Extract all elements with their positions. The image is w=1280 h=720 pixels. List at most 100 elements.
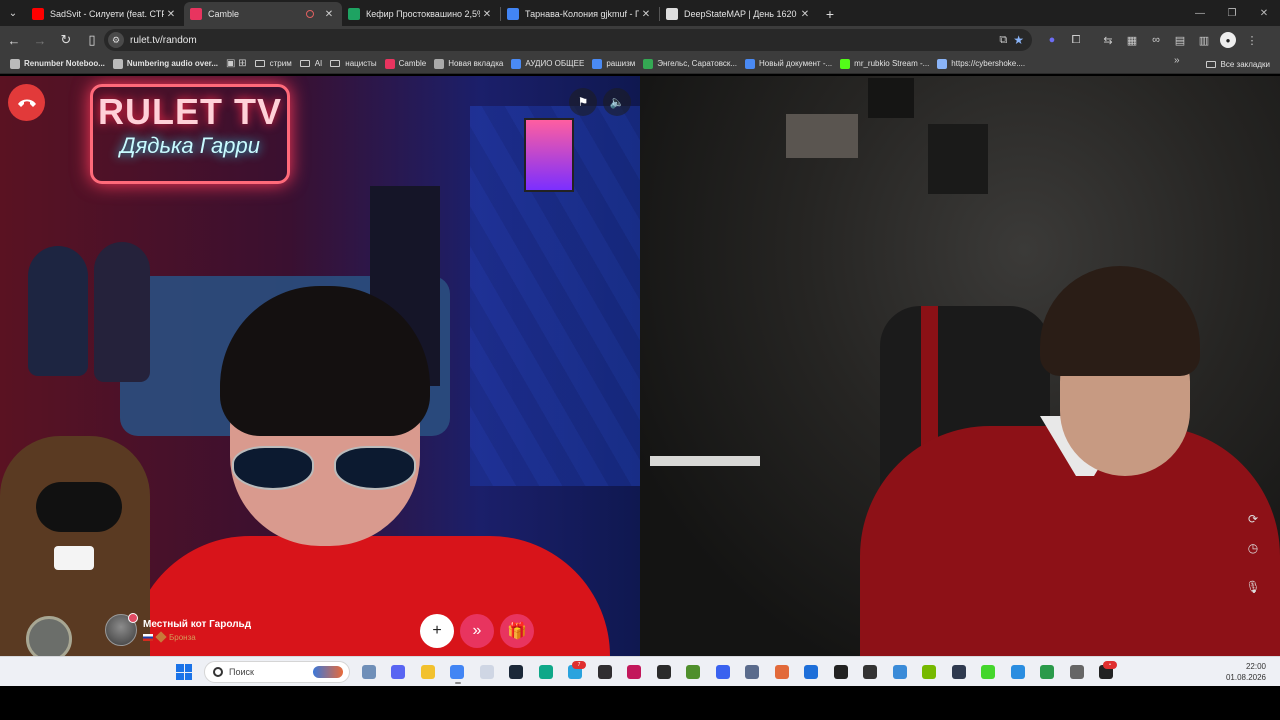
recording-indicator-icon [306, 10, 314, 18]
telegram-icon[interactable]: 7 [561, 660, 591, 684]
add-friend-button[interactable]: + [420, 614, 454, 648]
system-clock[interactable]: 22:00 01.08.2026 [1226, 661, 1266, 683]
windows-start-icon[interactable] [176, 664, 192, 680]
bookmark-item[interactable]: mr_rubkio Stream -... [836, 55, 933, 73]
close-tab-icon[interactable]: ✕ [480, 9, 494, 20]
bookmark-item[interactable]: Энгельс, Саратовск... [639, 55, 741, 73]
obs-icon[interactable] [590, 660, 620, 684]
search-icon [213, 667, 223, 677]
close-tab-icon[interactable]: ✕ [639, 9, 653, 20]
send-gift-button[interactable]: 🎁 [500, 614, 534, 648]
tab-search-chevron-icon[interactable]: ⌄ [0, 0, 26, 26]
nvidia-icon[interactable] [915, 660, 945, 684]
tab-3[interactable]: Тарнава-Колония gjkmuf - Поиск✕ [501, 2, 659, 26]
link-icon[interactable]: ∞ [1144, 28, 1168, 52]
bookmark-item[interactable]: рашизм [588, 55, 639, 73]
bookmark-label: Новый документ -... [759, 59, 833, 68]
avatar[interactable] [105, 613, 138, 646]
discord-icon[interactable] [384, 660, 414, 684]
grid-extension-icon[interactable]: ▦ [1120, 28, 1144, 52]
reload-icon[interactable]: ↻ [54, 28, 78, 52]
file-icon[interactable] [472, 660, 502, 684]
reading-list-icon[interactable]: ▤ [1168, 28, 1192, 52]
bookmark-favicon-icon [643, 58, 654, 69]
bookmark-item[interactable]: нацисты [326, 55, 380, 73]
translate-icon[interactable]: ⇆ [1096, 28, 1120, 52]
check-icon[interactable] [797, 660, 827, 684]
notes-icon[interactable] [1003, 660, 1033, 684]
bookmark-item[interactable]: АУДИО ОБЩЕЕ [507, 55, 588, 73]
bookmark-item[interactable]: Numbering audio over... [109, 55, 222, 73]
chrome-icon[interactable] [443, 660, 473, 684]
tab-0[interactable]: SadSvit - Силуети (feat. СТРУКТУРА ЩАСТЯ… [26, 2, 184, 26]
tab-1[interactable]: Camble ✕ [184, 2, 342, 26]
gem-icon[interactable] [885, 660, 915, 684]
next-partner-button[interactable]: » [460, 614, 494, 648]
bookmark-item[interactable]: Camble [381, 55, 431, 73]
globe-icon[interactable] [1033, 660, 1063, 684]
new-tab-button[interactable]: + [818, 2, 842, 26]
bookmark-item[interactable]: AI [296, 55, 327, 73]
split-view-icon[interactable]: ▯ [80, 28, 104, 52]
arc-icon[interactable] [708, 660, 738, 684]
report-flag-button[interactable]: ⚑ [569, 88, 597, 116]
site-info-icon[interactable]: ⚙ [108, 32, 124, 48]
record-app-icon[interactable]: • [1092, 660, 1122, 684]
camera-app-icon[interactable] [944, 660, 974, 684]
hangup-button[interactable] [8, 84, 45, 121]
sparkle-icon[interactable] [767, 660, 797, 684]
openai-icon[interactable] [856, 660, 886, 684]
settings-icon[interactable] [1062, 660, 1092, 684]
menu-kebab-icon[interactable]: ⋮ [1240, 28, 1264, 52]
terminal-icon[interactable] [649, 660, 679, 684]
profile-avatar[interactable]: ● [1220, 32, 1236, 48]
apps-bookmark-icon[interactable]: ▣ ⊞ [222, 55, 251, 73]
extension-vpn-icon[interactable]: ● [1040, 28, 1064, 52]
edge-icon[interactable] [531, 660, 561, 684]
install-app-icon[interactable]: ⧉ [999, 34, 1007, 47]
bookmarks-overflow-icon[interactable]: » [1174, 55, 1180, 66]
all-bookmarks-button[interactable]: Все закладки [1205, 54, 1270, 74]
side-panel-icon[interactable]: ▥ [1192, 28, 1216, 52]
minimize-icon[interactable]: — [1184, 0, 1216, 26]
address-url[interactable]: rulet.tv/random [130, 35, 197, 46]
tab-4[interactable]: DeepStateMAP | День 1620 | Мапа✕ [660, 2, 818, 26]
text-icon[interactable] [738, 660, 768, 684]
back-arrow-icon[interactable]: ← [2, 28, 26, 52]
address-bar[interactable]: ⚙ rulet.tv/random ⧉ ★ [104, 29, 1032, 51]
close-tab-icon[interactable]: ✕ [798, 9, 812, 20]
user-name[interactable]: Местный кот Гарольд [143, 619, 251, 630]
paint-icon[interactable] [620, 660, 650, 684]
bookmark-item[interactable]: https://cybershoke.... [933, 55, 1029, 73]
bookmark-star-icon[interactable]: ★ [1013, 33, 1024, 47]
close-tab-icon[interactable]: ✕ [322, 9, 336, 20]
screen: ⌄ SadSvit - Силуети (feat. СТРУКТУРА ЩАС… [0, 0, 1280, 720]
check-icon-glyph [804, 665, 819, 679]
bookmark-item[interactable]: стрим [251, 55, 296, 73]
microphone-icon[interactable]: 🎙 [1242, 576, 1264, 598]
steam-icon[interactable] [502, 660, 532, 684]
bookmark-item[interactable]: Новый документ -... [741, 55, 836, 73]
plush-toy [94, 242, 150, 382]
extensions-puzzle-icon[interactable]: ⧠ [1064, 28, 1088, 52]
browser-multiwindow-icon[interactable] [354, 660, 384, 684]
minecraft-icon[interactable] [679, 660, 709, 684]
taskbar-search[interactable]: Поиск [204, 661, 350, 683]
razer-icon[interactable] [974, 660, 1004, 684]
edge-icon-glyph [538, 665, 553, 679]
bookmark-item[interactable]: Renumber Noteboo... [6, 55, 109, 73]
partner-user-chip[interactable]: Местный кот Гарольд Бронза [105, 612, 251, 648]
forward-arrow-icon[interactable]: → [28, 28, 52, 52]
timer-icon[interactable]: ◷ [1242, 537, 1264, 559]
file-explorer-icon[interactable] [413, 660, 443, 684]
bookmark-item[interactable]: Новая вкладка [430, 55, 507, 73]
stool-decoration [650, 456, 760, 626]
capcut-icon[interactable] [826, 660, 856, 684]
rotate-camera-icon[interactable]: ⟳ [1242, 508, 1264, 530]
close-window-icon[interactable]: ✕ [1248, 0, 1280, 26]
bronze-rank-icon [155, 631, 167, 643]
close-tab-icon[interactable]: ✕ [164, 9, 178, 20]
maximize-icon[interactable]: ❐ [1216, 0, 1248, 26]
volume-button[interactable]: 🔈 [603, 88, 631, 116]
tab-2[interactable]: Кефир Простоквашино 2,5%, 930 г✕ [342, 2, 500, 26]
